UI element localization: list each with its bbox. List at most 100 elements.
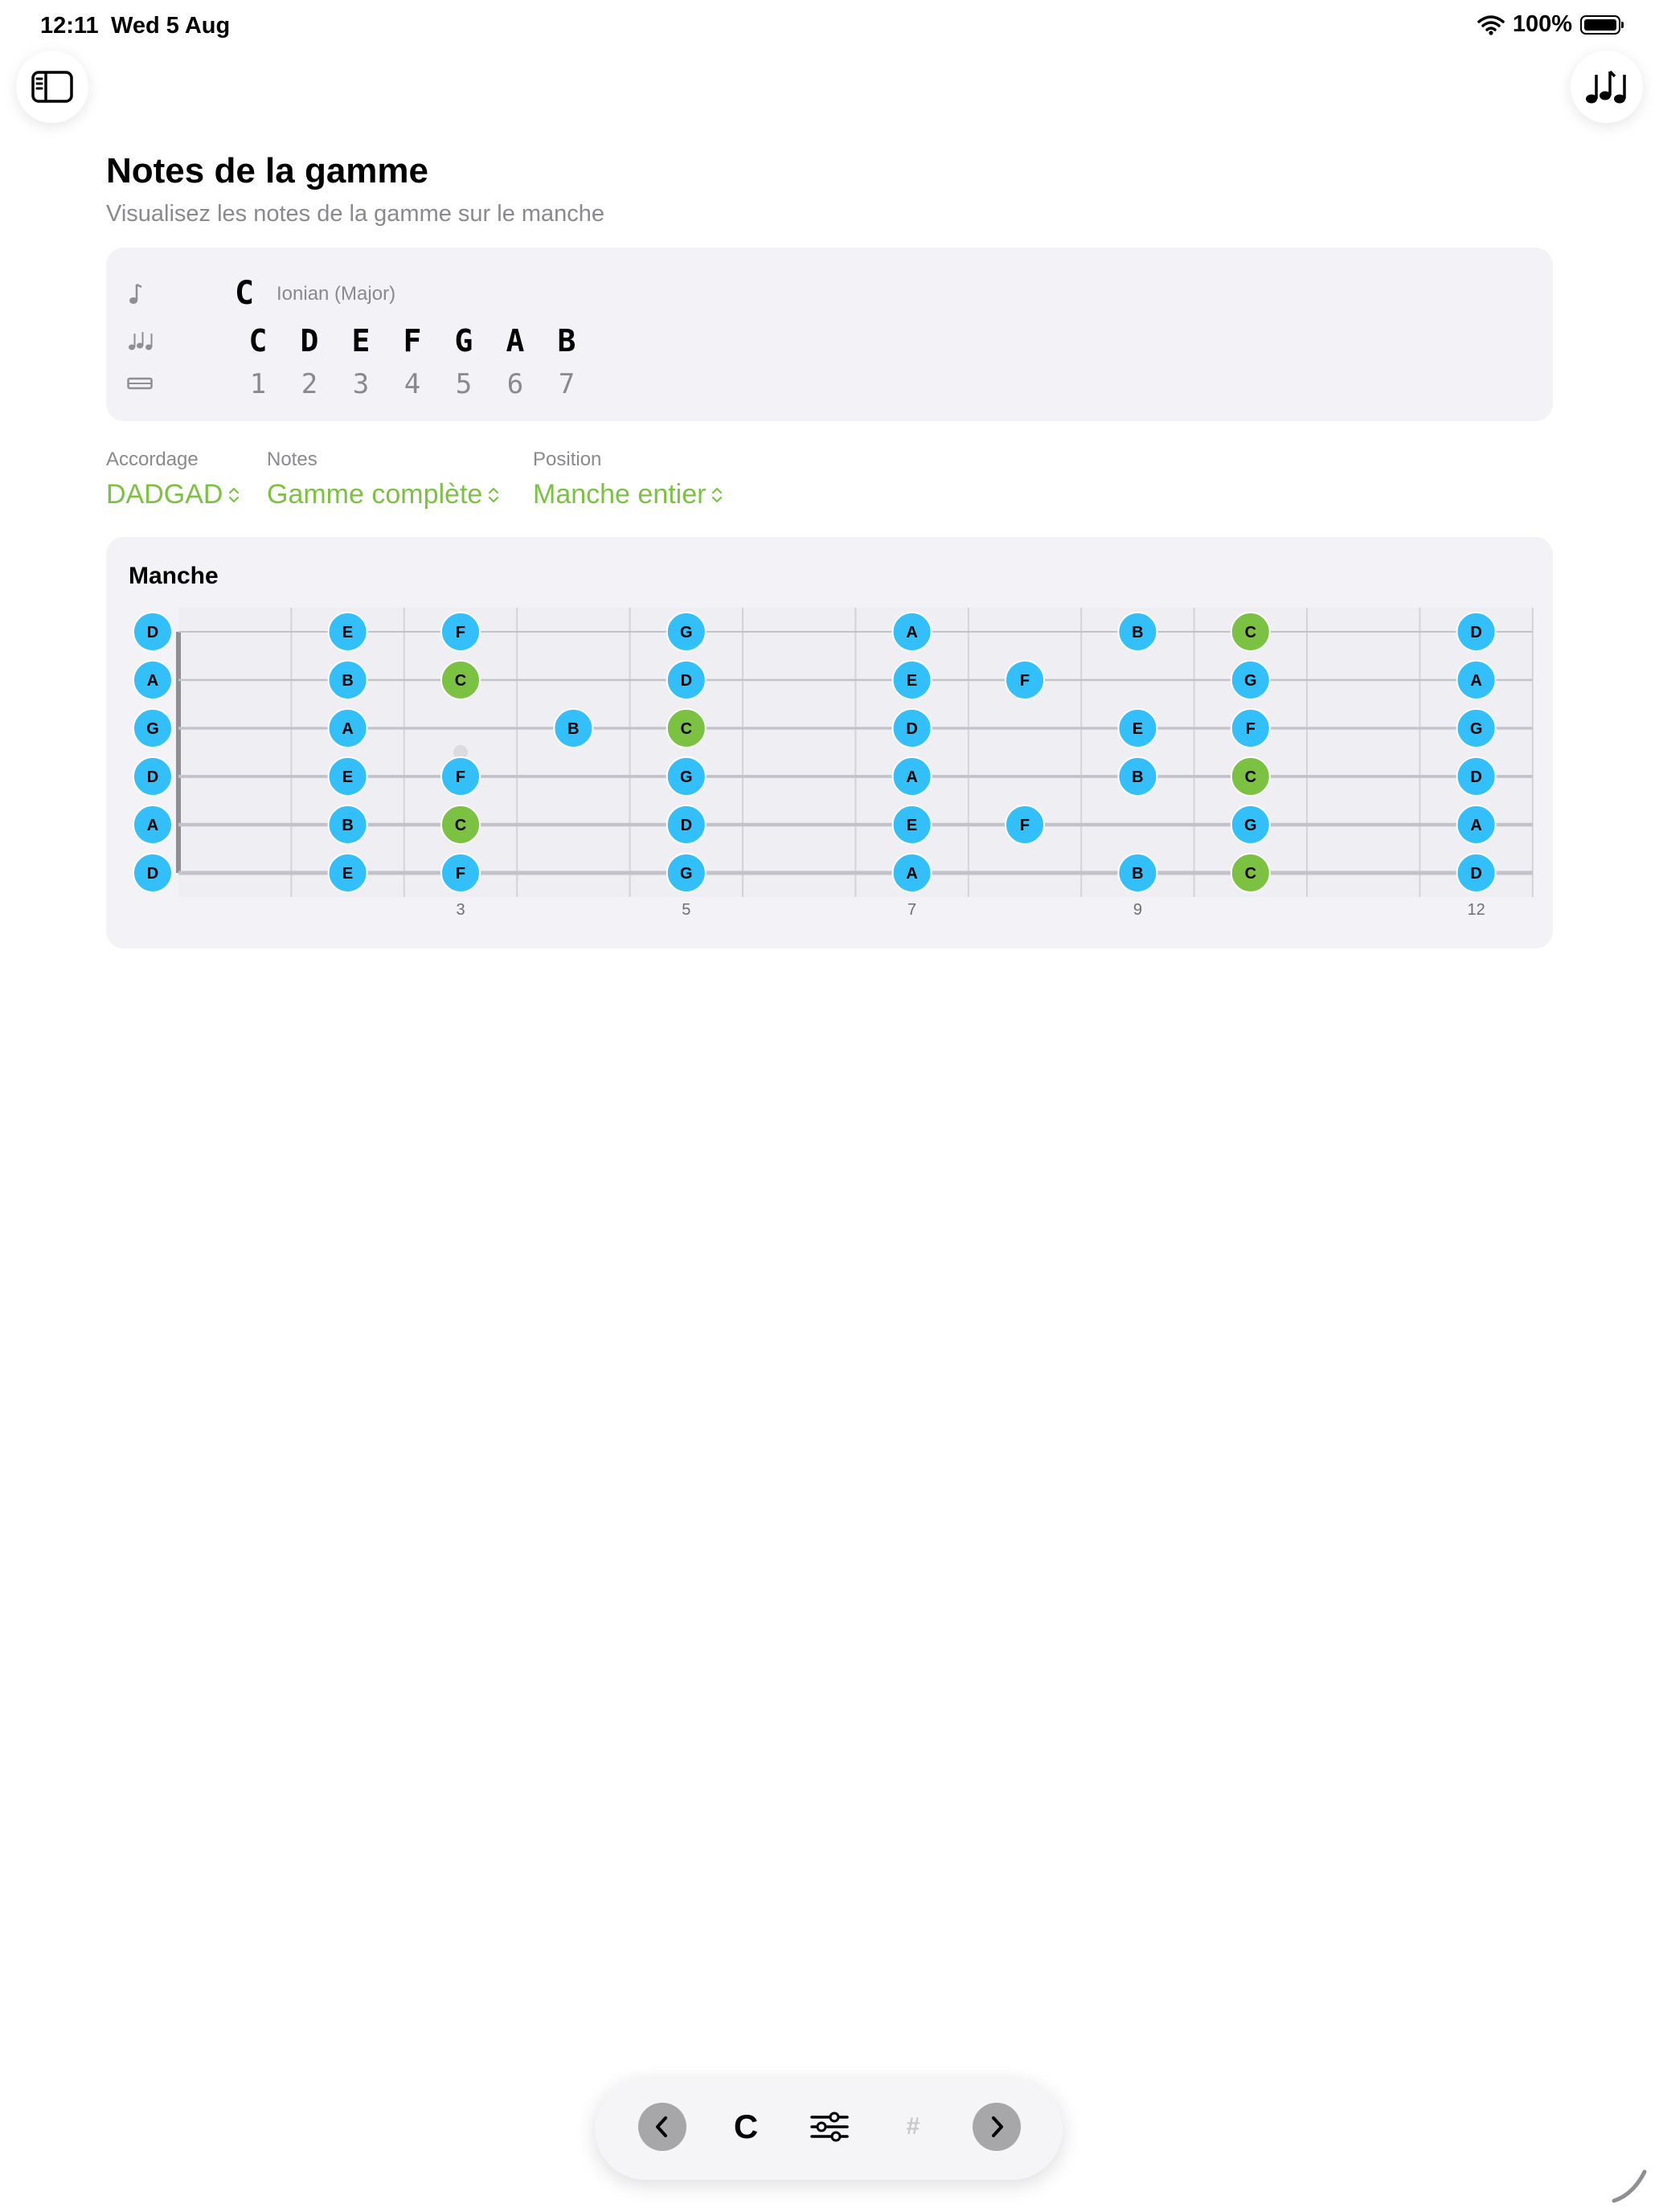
note-label: E bbox=[907, 817, 917, 834]
chevron-left-icon bbox=[656, 2116, 667, 2137]
scale-note: E bbox=[351, 323, 371, 358]
tuning-picker-value[interactable]: DADGAD bbox=[106, 479, 223, 510]
music-notes-icon bbox=[1586, 70, 1626, 104]
chevron-right-icon bbox=[992, 2116, 1003, 2137]
note-label: C bbox=[455, 672, 466, 690]
note-label: D bbox=[681, 817, 692, 834]
note-label: F bbox=[456, 624, 465, 641]
sliders-icon bbox=[810, 2112, 849, 2142]
scale-degree: 7 bbox=[558, 368, 576, 400]
scale-mode-name: Ionian (Major) bbox=[276, 283, 396, 305]
fretboard[interactable]: D E F G A B C D A B C D E F G A G A B C D E F G D E F G A B C D A B C D E F G A… bbox=[106, 537, 1553, 948]
next-key-button[interactable] bbox=[973, 2103, 1021, 2151]
note-label: C bbox=[1245, 768, 1256, 786]
note-label: A bbox=[906, 624, 917, 641]
scale-degrees-row: 1 2 3 4 5 6 7 bbox=[232, 368, 592, 400]
note-label: E bbox=[342, 865, 353, 883]
note-label: A bbox=[147, 672, 158, 690]
fret-number: 12 bbox=[1467, 901, 1485, 919]
position-picker-label: Position bbox=[533, 449, 602, 470]
note-label: E bbox=[907, 672, 917, 690]
scale-note: C bbox=[248, 323, 268, 358]
position-picker[interactable]: Position Manche entier bbox=[533, 449, 723, 510]
fretboard-card: Manche DEFGABCDABCDEFGAGABCDEFGDEFGABCDA… bbox=[106, 537, 1553, 948]
scale-info-card: C Ionian (Major) C D E F G A B 1 2 3 4 5… bbox=[106, 248, 1553, 421]
sidebar-toggle-icon bbox=[31, 71, 73, 103]
chevron-up-down-icon bbox=[712, 487, 723, 502]
note-label: C bbox=[1245, 865, 1256, 883]
tuning-picker-label: Accordage bbox=[106, 449, 199, 470]
note-label: G bbox=[680, 768, 693, 786]
note-label: E bbox=[342, 768, 353, 786]
scale-root-note: C bbox=[235, 275, 255, 312]
note-label: G bbox=[680, 865, 693, 883]
status-date: Wed 5 Aug bbox=[111, 13, 231, 39]
note-label: E bbox=[1133, 720, 1143, 738]
resize-handle-icon[interactable] bbox=[1609, 2165, 1649, 2206]
note-label: A bbox=[147, 817, 158, 834]
fret-number: 5 bbox=[682, 901, 690, 919]
note-label: D bbox=[1470, 768, 1481, 786]
note-label: A bbox=[906, 865, 917, 883]
note-label: A bbox=[1470, 817, 1481, 834]
music-notes-small-icon bbox=[129, 332, 153, 350]
scale-notes-row: C D E F G A B bbox=[232, 323, 592, 358]
ruler-icon bbox=[127, 377, 153, 390]
notes-picker-label: Notes bbox=[267, 449, 317, 470]
sidebar-toggle-button[interactable] bbox=[16, 51, 88, 123]
scale-note: B bbox=[557, 323, 576, 358]
tuning-picker[interactable]: Accordage DADGAD bbox=[106, 449, 240, 510]
scale-note: G bbox=[454, 323, 473, 358]
note-label: G bbox=[146, 720, 159, 738]
note-label: F bbox=[456, 768, 465, 786]
note-label: B bbox=[1132, 865, 1143, 883]
note-label: A bbox=[1470, 672, 1481, 690]
notes-picker-value[interactable]: Gamme complète bbox=[267, 479, 482, 510]
bottom-toolbar: C # bbox=[595, 2079, 1063, 2180]
note-label: C bbox=[681, 720, 692, 738]
note-label: E bbox=[342, 624, 353, 641]
note-label: F bbox=[456, 865, 465, 883]
notes-picker[interactable]: Notes Gamme complète bbox=[267, 449, 500, 510]
scale-degree: 6 bbox=[506, 368, 524, 400]
battery-icon bbox=[1580, 14, 1624, 35]
scale-note: F bbox=[403, 323, 422, 358]
note-label: B bbox=[1132, 624, 1143, 641]
scale-degree: 2 bbox=[301, 368, 318, 400]
fret-number: 7 bbox=[907, 901, 916, 919]
fret-number: 3 bbox=[456, 901, 465, 919]
sharp-toggle-button[interactable]: # bbox=[889, 2103, 937, 2151]
note-label: B bbox=[342, 672, 353, 690]
note-label: G bbox=[1244, 672, 1257, 690]
note-label: A bbox=[906, 768, 917, 786]
key-button[interactable]: C bbox=[722, 2103, 770, 2151]
wifi-icon bbox=[1477, 14, 1505, 35]
scale-note: D bbox=[300, 323, 319, 358]
note-label: F bbox=[1246, 720, 1256, 738]
chevron-up-down-icon bbox=[489, 487, 499, 502]
music-notes-button[interactable] bbox=[1571, 51, 1643, 123]
page-subtitle: Visualisez les notes de la gamme sur le … bbox=[106, 201, 605, 227]
scale-degree: 4 bbox=[403, 368, 421, 400]
note-label: D bbox=[147, 865, 158, 883]
note-label: G bbox=[1244, 817, 1257, 834]
note-label: C bbox=[1245, 624, 1256, 641]
scale-degree: 1 bbox=[249, 368, 267, 400]
note-label: B bbox=[342, 817, 353, 834]
note-label: D bbox=[906, 720, 917, 738]
note-label: A bbox=[342, 720, 353, 738]
note-label: G bbox=[680, 624, 693, 641]
note-label: D bbox=[1470, 624, 1481, 641]
note-label: D bbox=[681, 672, 692, 690]
page-title: Notes de la gamme bbox=[106, 151, 429, 190]
note-label: C bbox=[455, 817, 466, 834]
chevron-up-down-icon bbox=[229, 487, 240, 502]
settings-button[interactable] bbox=[805, 2103, 854, 2151]
note-label: G bbox=[1470, 720, 1483, 738]
status-bar: 12:11 Wed 5 Aug 100% bbox=[0, 0, 1659, 51]
position-picker-value[interactable]: Manche entier bbox=[533, 479, 706, 510]
previous-key-button[interactable] bbox=[638, 2103, 686, 2151]
note-label: F bbox=[1020, 672, 1030, 690]
note-label: D bbox=[147, 768, 158, 786]
fret-number: 9 bbox=[1133, 901, 1142, 919]
